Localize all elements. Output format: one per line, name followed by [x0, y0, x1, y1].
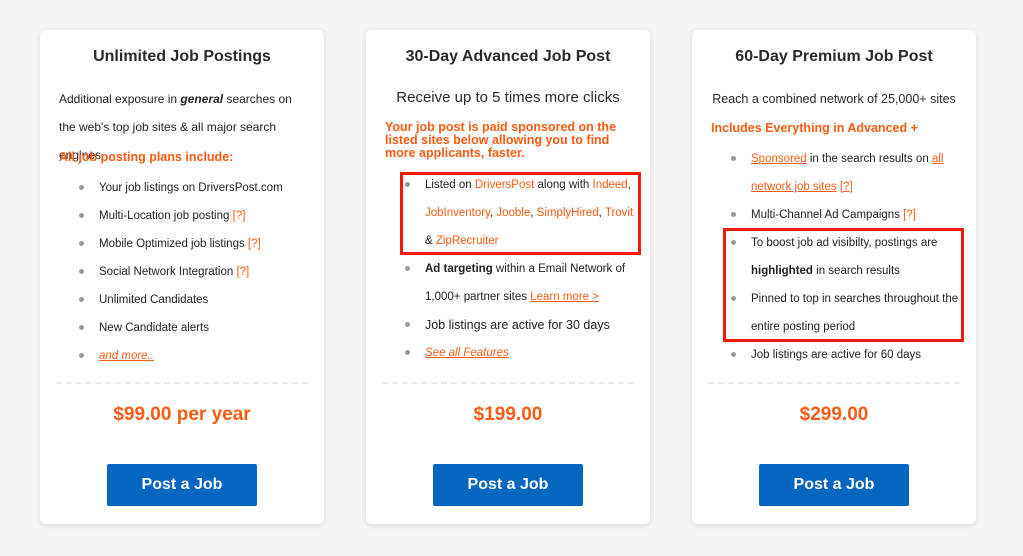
- site-link-jobinventory[interactable]: JobInventory: [425, 207, 490, 219]
- desc-emphasis: general: [180, 92, 224, 106]
- feature-item: Multi-Location job posting [?]: [79, 202, 314, 230]
- feature-item: Your job listings on DriversPost.com: [79, 174, 314, 202]
- help-link[interactable]: [?]: [903, 209, 916, 221]
- feature-text: Job listings are active for 60 days: [751, 349, 922, 361]
- plan-price: $299.00: [799, 404, 869, 425]
- feature-item: Unlimited Candidates: [79, 286, 314, 314]
- plan-card-advanced: 30-Day Advanced Job Post Receive up to 5…: [366, 30, 650, 524]
- feature-text: Unlimited Candidates: [99, 294, 209, 306]
- dashed-divider: [56, 382, 308, 384]
- feature-item-pinned: Pinned to top in searches throughout the…: [731, 285, 966, 341]
- plan-price: $99.00 per year: [113, 404, 251, 425]
- feature-text: Multi-Location job posting: [99, 210, 233, 222]
- feature-item-ad-targeting: Ad targeting within a Email Network of 1…: [405, 255, 640, 311]
- help-link[interactable]: [?]: [248, 238, 261, 250]
- help-link[interactable]: [?]: [840, 181, 853, 193]
- post-a-job-button[interactable]: Post a Job: [759, 464, 909, 506]
- feature-bold-text: highlighted: [751, 265, 813, 277]
- plans-include-heading: All job posting plans include:: [59, 150, 234, 164]
- feature-item: Job listings are active for 30 days: [405, 311, 640, 339]
- feature-list: Your job listings on DriversPost.com Mul…: [73, 174, 314, 370]
- feature-item-sponsored: Sponsored in the search results on all n…: [731, 145, 966, 201]
- feature-text: in search results: [812, 265, 900, 277]
- plan-subtitle: Receive up to 5 times more clicks: [396, 89, 620, 106]
- plan-title: Unlimited Job Postings: [93, 48, 271, 65]
- learn-more-link[interactable]: Learn more >: [530, 291, 599, 303]
- and-more-link[interactable]: and more..: [99, 350, 154, 362]
- feature-text: Listed on: [425, 179, 475, 191]
- sponsored-heading: Your job post is paid sponsored on the l…: [385, 120, 617, 160]
- feature-item-boost: To boost job ad visibilty, postings are …: [731, 229, 966, 285]
- feature-item: Mobile Optimized job listings [?]: [79, 230, 314, 258]
- feature-text: Job listings are active for 30 days: [425, 318, 610, 332]
- feature-item: and more..: [79, 342, 314, 370]
- feature-text: Pinned to top in searches throughout the…: [751, 293, 959, 333]
- help-link[interactable]: [?]: [233, 210, 246, 222]
- site-link-ziprecruiter[interactable]: ZipRecruiter: [436, 235, 499, 247]
- feature-text: &: [425, 235, 436, 247]
- feature-item: Multi-Channel Ad Campaigns [?]: [731, 201, 966, 229]
- feature-item: Social Network Integration [?]: [79, 258, 314, 286]
- feature-text: Your job listings on DriversPost.com: [99, 182, 283, 194]
- feature-text: Social Network Integration: [99, 266, 237, 278]
- feature-list: Listed on DriversPost along with Indeed,…: [399, 171, 640, 367]
- plan-card-unlimited: Unlimited Job Postings Additional exposu…: [40, 30, 324, 524]
- dashed-divider: [382, 382, 634, 384]
- feature-item-listed-sites: Listed on DriversPost along with Indeed,…: [405, 171, 640, 255]
- sponsored-link[interactable]: Sponsored: [751, 153, 807, 165]
- see-all-features-link[interactable]: See all Features: [425, 347, 509, 359]
- feature-text: New Candidate alerts: [99, 322, 209, 334]
- site-link-simplyhired[interactable]: SimplyHired: [537, 207, 599, 219]
- plan-title: 30-Day Advanced Job Post: [405, 48, 611, 65]
- site-link-trovit[interactable]: Trovit: [605, 207, 633, 219]
- feature-text: in the search results on: [806, 153, 932, 165]
- feature-bold-text: Ad targeting: [425, 263, 493, 275]
- plan-card-premium: 60-Day Premium Job Post Reach a combined…: [692, 30, 976, 524]
- feature-text: along with: [534, 179, 593, 191]
- site-link-driverspost[interactable]: DriversPost: [475, 179, 534, 191]
- plan-title: 60-Day Premium Job Post: [735, 48, 933, 65]
- plan-subtitle: Reach a combined network of 25,000+ site…: [712, 92, 956, 106]
- plan-price: $199.00: [473, 404, 543, 425]
- site-link-indeed[interactable]: Indeed: [593, 179, 628, 191]
- dashed-divider: [708, 382, 960, 384]
- feature-list: Sponsored in the search results on all n…: [725, 145, 966, 369]
- help-link[interactable]: [?]: [236, 266, 249, 278]
- feature-item: See all Features: [405, 339, 640, 367]
- post-a-job-button[interactable]: Post a Job: [107, 464, 257, 506]
- post-a-job-button[interactable]: Post a Job: [433, 464, 583, 506]
- feature-text: To boost job ad visibilty, postings are: [751, 237, 938, 249]
- feature-item: Job listings are active for 60 days: [731, 341, 966, 369]
- desc-text: Additional exposure in: [59, 92, 181, 106]
- feature-text: Multi-Channel Ad Campaigns: [751, 209, 904, 221]
- feature-text: Mobile Optimized job listings: [99, 238, 248, 250]
- site-link-jooble[interactable]: Jooble: [496, 207, 530, 219]
- includes-advanced-heading: Includes Everything in Advanced +: [711, 121, 918, 135]
- feature-item: New Candidate alerts: [79, 314, 314, 342]
